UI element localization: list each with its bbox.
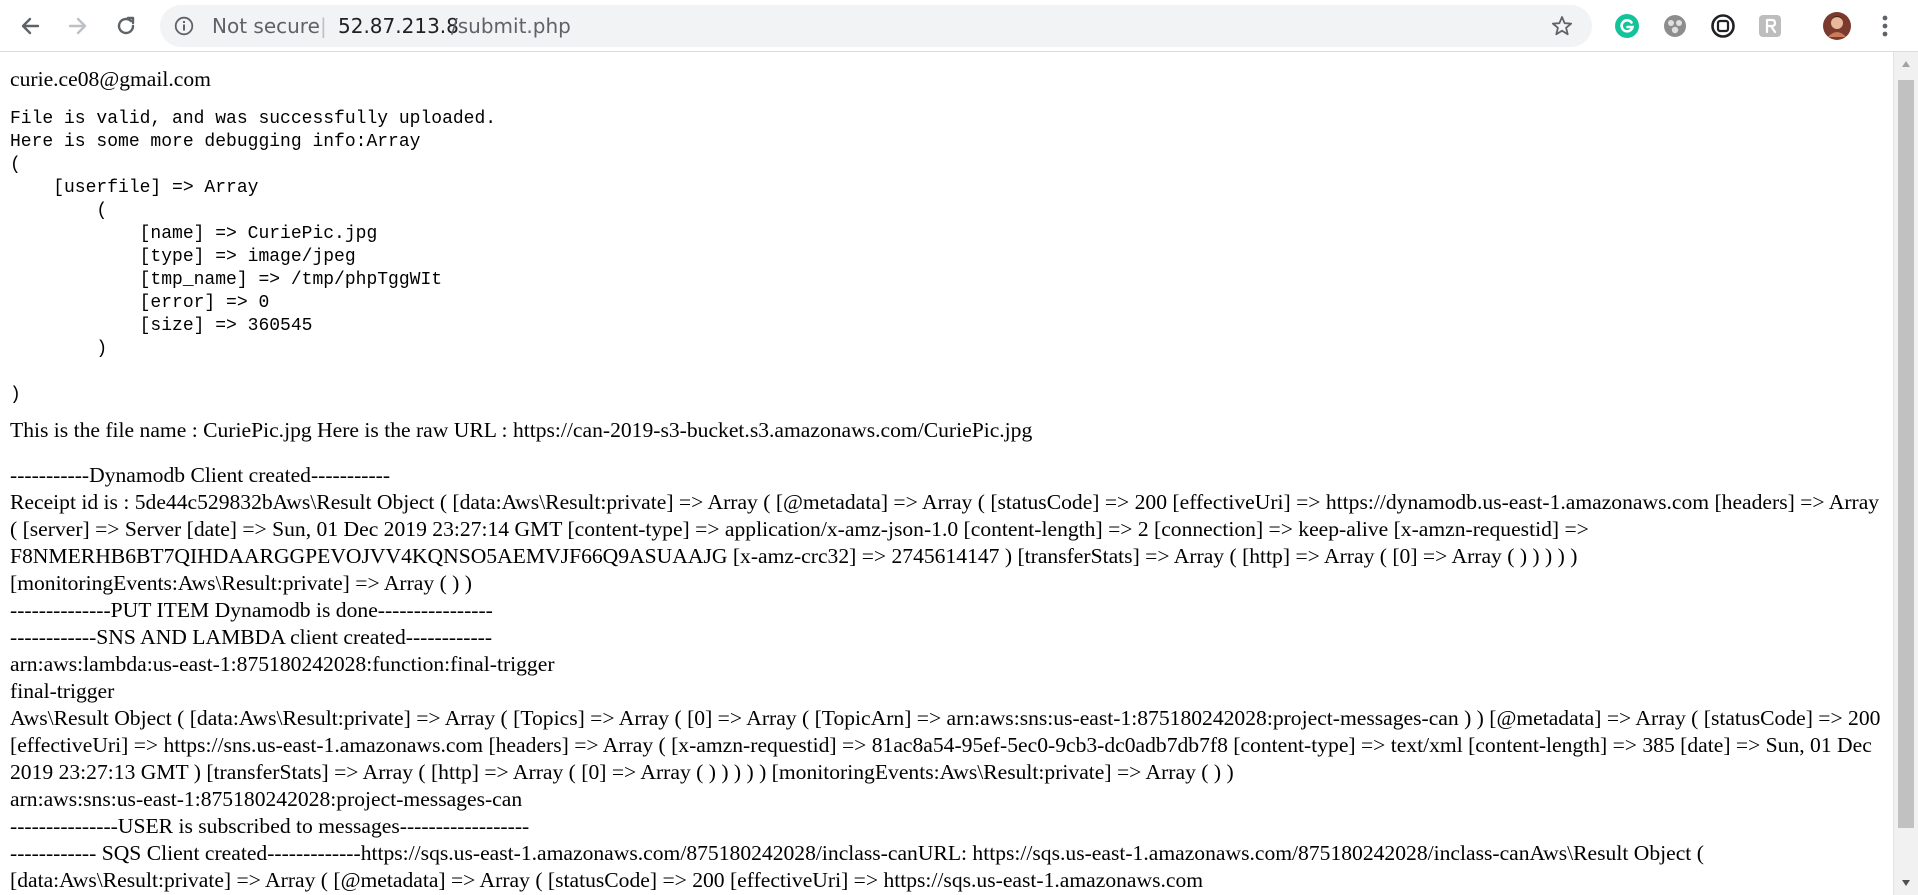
browser-toolbar: Not secure | 52.87.213.8 /submit.php <box>0 0 1918 52</box>
forward-arrow-icon <box>68 17 87 35</box>
back-arrow-icon <box>21 17 40 35</box>
more-menu-button[interactable] <box>1870 11 1900 41</box>
info-icon[interactable] <box>174 16 194 36</box>
extension-button-2[interactable] <box>1660 11 1690 41</box>
forward-button[interactable] <box>62 10 94 42</box>
scroll-up-button[interactable] <box>1894 54 1918 74</box>
reload-icon <box>117 16 135 35</box>
back-button[interactable] <box>14 10 46 42</box>
more-menu-icon <box>1882 15 1888 37</box>
log-line: ------------SNS AND LAMBDA client create… <box>10 625 493 649</box>
grammarly-icon <box>1615 14 1639 38</box>
address-bar[interactable]: Not secure | 52.87.213.8 /submit.php <box>160 5 1592 47</box>
page-content: curie.ce08@gmail.com File is valid, and … <box>10 52 1890 895</box>
log-line: --------------PUT ITEM Dynamodb is done-… <box>10 598 493 622</box>
log-line: Receipt id is : 5de44c529832bAws\Result … <box>10 490 1880 595</box>
log-line: arn:aws:lambda:us-east-1:875180242028:fu… <box>10 652 555 676</box>
security-label: Not secure <box>212 14 320 38</box>
log-line: Aws\Result Object ( [data:Aws\Result:pri… <box>10 706 1881 784</box>
log-line: final-trigger <box>10 679 115 703</box>
url-separator: | <box>320 14 327 38</box>
scrollbar-thumb[interactable] <box>1898 80 1914 828</box>
url-host: 52.87.213.8 <box>338 14 459 38</box>
debug-output: File is valid, and was successfully uplo… <box>10 109 497 405</box>
reload-button[interactable] <box>110 10 142 42</box>
scroll-down-arrow-icon <box>1902 880 1910 886</box>
log-line: -----------Dynamodb Client created------… <box>10 463 391 487</box>
profile-button[interactable] <box>1822 11 1852 41</box>
user-email: curie.ce08@gmail.com <box>10 67 211 91</box>
extension-button-3[interactable] <box>1708 11 1738 41</box>
grammarly-extension-button[interactable] <box>1612 11 1642 41</box>
file-info-line: This is the file name : CuriePic.jpg Her… <box>10 418 1033 442</box>
vertical-scrollbar[interactable] <box>1893 52 1918 895</box>
url-path: /submit.php <box>451 14 571 38</box>
extension-button-4[interactable] <box>1755 11 1785 41</box>
avatar <box>1823 12 1851 40</box>
log-line: ------------ SQS Client created---------… <box>10 841 1704 892</box>
log-line: arn:aws:sns:us-east-1:875180242028:proje… <box>10 787 523 811</box>
log-line: ---------------USER is subscribed to mes… <box>10 814 530 838</box>
scroll-up-arrow-icon <box>1902 61 1910 67</box>
scroll-down-button[interactable] <box>1894 873 1918 893</box>
star-icon[interactable] <box>1551 15 1573 37</box>
log-output: -----------Dynamodb Client created------… <box>10 462 1890 894</box>
extension-icon <box>1759 15 1781 37</box>
extension-icon <box>1664 15 1686 37</box>
extension-icon <box>1711 14 1735 38</box>
